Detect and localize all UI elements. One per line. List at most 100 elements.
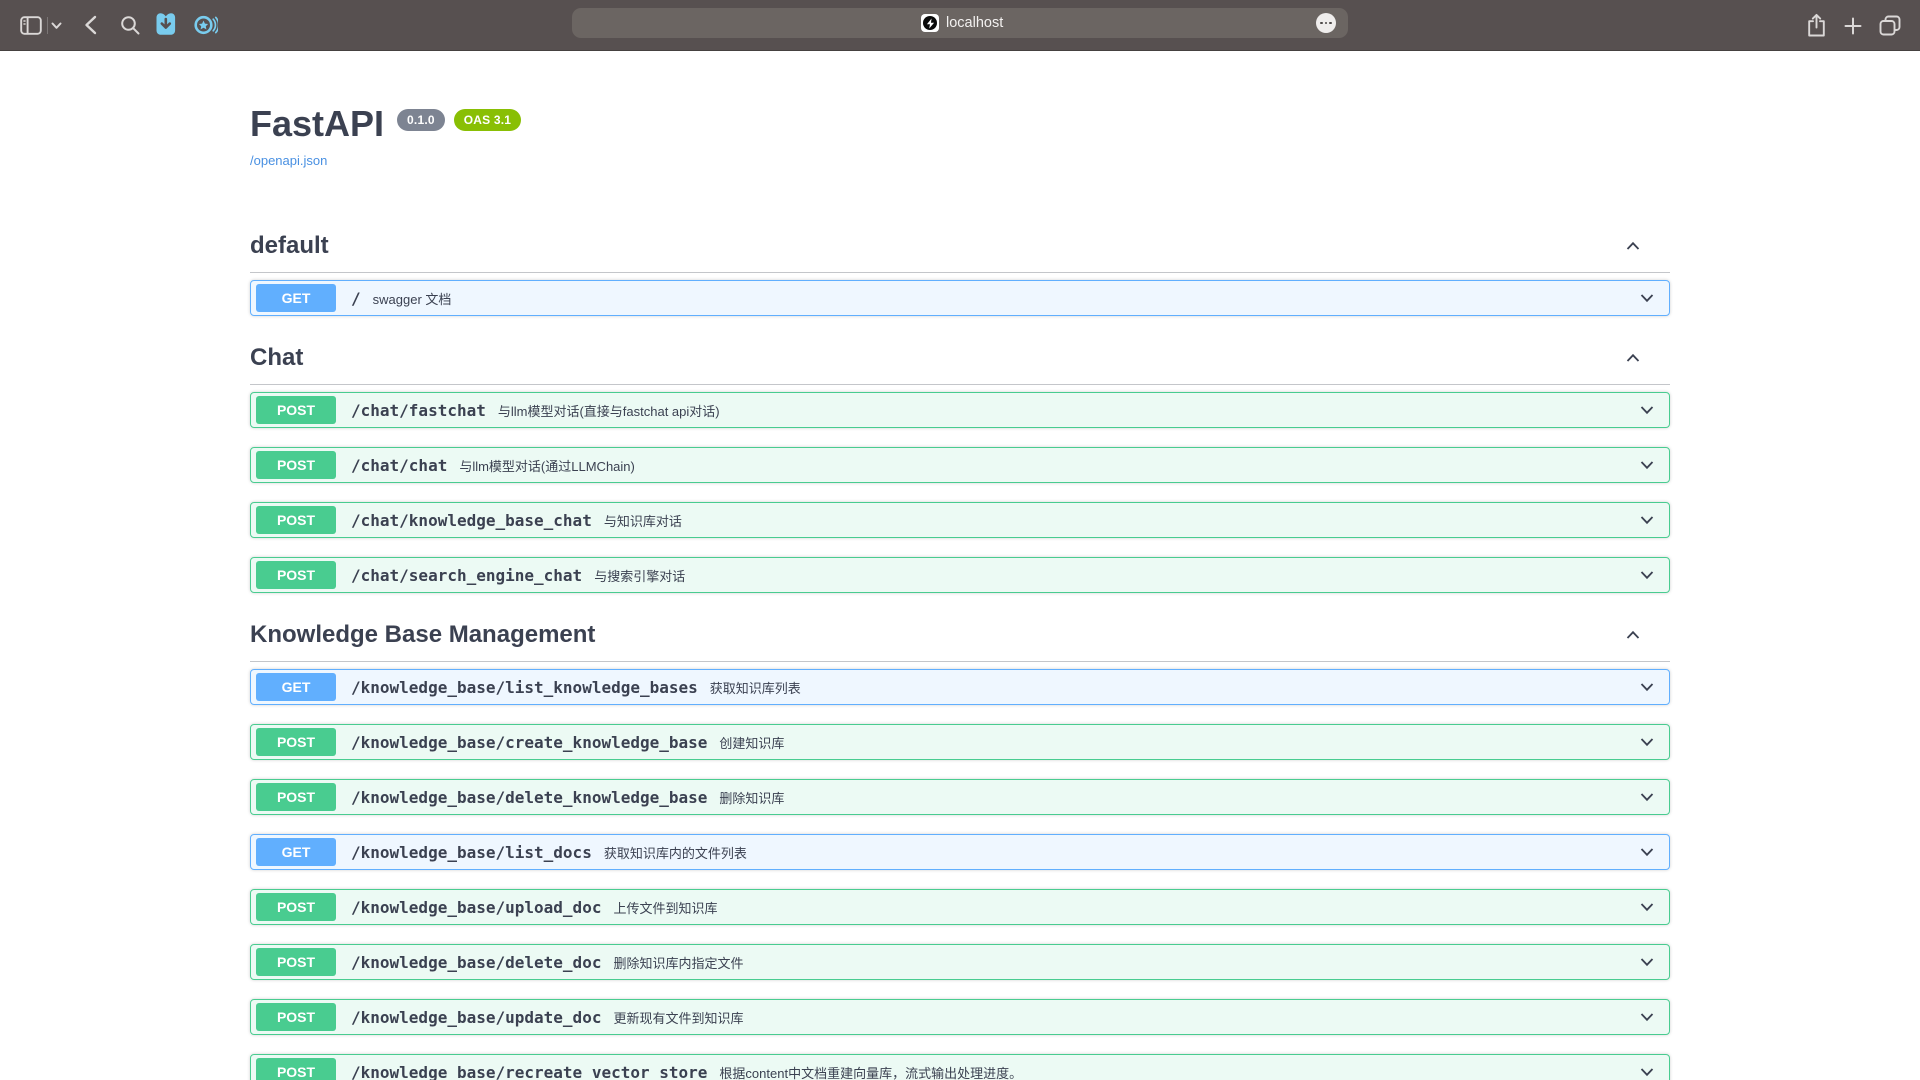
- chevron-up-icon[interactable]: [1623, 625, 1643, 645]
- sidebar-icon: [20, 16, 42, 35]
- api-section: Chat POST/chat/fastchat 与llm模型对话(直接与fastch…: [250, 344, 1670, 593]
- chevron-down-icon[interactable]: [1637, 677, 1657, 697]
- endpoint-description: 与知识库对话: [604, 511, 682, 530]
- section-title: Chat: [250, 344, 303, 372]
- swagger-page: FastAPI 0.1.0 OAS 3.1 /openapi.json defa…: [230, 51, 1690, 1080]
- endpoint-description: 删除知识库内指定文件: [613, 953, 743, 972]
- method-badge: POST: [256, 893, 336, 921]
- method-badge: POST: [256, 1058, 336, 1080]
- toolbar-separator: [47, 17, 48, 34]
- endpoint-path: /knowledge_base/list_docs: [351, 843, 592, 862]
- chevron-down-icon[interactable]: [1637, 787, 1657, 807]
- page-options-button[interactable]: [1316, 13, 1336, 33]
- section-title: Knowledge Base Management: [250, 621, 595, 649]
- method-badge: POST: [256, 396, 336, 424]
- tab-overview-button[interactable]: [1879, 15, 1901, 36]
- endpoint-row[interactable]: GET/knowledge_base/list_docs获取知识库内的文件列表: [250, 834, 1670, 870]
- version-badge: 0.1.0: [397, 109, 445, 131]
- sidebar-dropdown-button[interactable]: [51, 22, 62, 30]
- endpoint-row[interactable]: POST/chat/knowledge_base_chat与知识库对话: [250, 502, 1670, 538]
- endpoint-description: 上传文件到知识库: [613, 898, 717, 917]
- back-chevron-icon: [83, 15, 98, 35]
- endpoint-path: /: [351, 289, 361, 308]
- section-title: default: [250, 232, 329, 260]
- endpoint-path: /knowledge_base/create_knowledge_base: [351, 733, 707, 752]
- share-icon: [1806, 13, 1827, 38]
- endpoint-description: 删除知识库: [719, 788, 784, 807]
- api-title-row: FastAPI 0.1.0 OAS 3.1: [250, 103, 1670, 145]
- chevron-up-icon[interactable]: [1623, 236, 1643, 256]
- plus-icon: [1844, 17, 1862, 35]
- api-section: defaultGET/swagger 文档: [250, 232, 1670, 316]
- address-bar[interactable]: localhost: [572, 8, 1348, 38]
- endpoint-path: /chat/search_engine_chat: [351, 566, 582, 585]
- endpoint-row[interactable]: POST/chat/search_engine_chat 与搜索引擎对话: [250, 557, 1670, 593]
- method-badge: POST: [256, 451, 336, 479]
- method-badge: GET: [256, 838, 336, 866]
- endpoint-path: /chat/chat: [351, 456, 447, 475]
- tabs-icon: [1879, 15, 1901, 36]
- chevron-down-icon[interactable]: [1637, 510, 1657, 530]
- section-header[interactable]: default: [250, 232, 1670, 273]
- chevron-down-icon[interactable]: [1637, 842, 1657, 862]
- address-text: localhost: [946, 8, 1003, 38]
- chevron-down-icon[interactable]: [1637, 952, 1657, 972]
- sidebar-toggle-button[interactable]: [20, 16, 42, 35]
- bookmark-arrow-icon: [155, 12, 177, 36]
- back-button[interactable]: [83, 15, 98, 35]
- method-badge: GET: [256, 284, 336, 312]
- chevron-down-icon[interactable]: [1637, 455, 1657, 475]
- method-badge: POST: [256, 1003, 336, 1031]
- section-header[interactable]: Knowledge Base Management: [250, 621, 1670, 662]
- pinned-tab-bookmark[interactable]: [155, 12, 177, 36]
- endpoint-row[interactable]: POST/knowledge_base/create_knowledge_bas…: [250, 724, 1670, 760]
- chevron-down-icon[interactable]: [1637, 732, 1657, 752]
- endpoint-path: /knowledge_base/update_doc: [351, 1008, 601, 1027]
- chevron-down-icon[interactable]: [1637, 565, 1657, 585]
- endpoint-row[interactable]: GET/swagger 文档: [250, 280, 1670, 316]
- chevron-down-icon[interactable]: [1637, 1007, 1657, 1027]
- endpoint-description: 创建知识库: [719, 733, 784, 752]
- method-badge: POST: [256, 561, 336, 589]
- new-tab-button[interactable]: [1844, 17, 1862, 35]
- circle-star-ripple-icon: [194, 14, 218, 36]
- endpoint-row[interactable]: GET/knowledge_base/list_knowledge_bases获…: [250, 669, 1670, 705]
- search-button[interactable]: [120, 15, 141, 36]
- endpoint-description: 根据content中文档重建向量库，流式输出处理进度。: [719, 1063, 1022, 1080]
- endpoint-row[interactable]: POST/knowledge_base/delete_doc删除知识库内指定文件: [250, 944, 1670, 980]
- endpoint-row[interactable]: POST/chat/chat 与llm模型对话(通过LLMChain): [250, 447, 1670, 483]
- chevron-down-icon[interactable]: [1637, 1062, 1657, 1080]
- api-section: Knowledge Base Management GET/knowledge_b…: [250, 621, 1670, 1080]
- search-icon: [120, 15, 141, 36]
- openapi-spec-link[interactable]: /openapi.json: [250, 153, 327, 168]
- endpoint-path: /chat/knowledge_base_chat: [351, 511, 592, 530]
- method-badge: POST: [256, 728, 336, 756]
- browser-toolbar: localhost: [0, 0, 1920, 51]
- section-header[interactable]: Chat: [250, 344, 1670, 385]
- chevron-down-icon[interactable]: [1637, 897, 1657, 917]
- pinned-tab-broadcast[interactable]: [194, 14, 218, 36]
- endpoint-row[interactable]: POST/knowledge_base/upload_doc 上传文件到知识库: [250, 889, 1670, 925]
- chevron-down-icon[interactable]: [1637, 288, 1657, 308]
- endpoint-path: /knowledge_base/upload_doc: [351, 898, 601, 917]
- endpoint-row[interactable]: POST/chat/fastchat 与llm模型对话(直接与fastchat a…: [250, 392, 1670, 428]
- share-button[interactable]: [1806, 13, 1827, 38]
- site-favicon: [921, 14, 939, 32]
- endpoint-description: 获取知识库列表: [710, 678, 801, 697]
- method-badge: GET: [256, 673, 336, 701]
- endpoint-path: /chat/fastchat: [351, 401, 486, 420]
- endpoint-row[interactable]: POST/knowledge_base/update_doc更新现有文件到知识库: [250, 999, 1670, 1035]
- endpoint-description: 与llm模型对话(通过LLMChain): [459, 456, 635, 475]
- chevron-down-icon[interactable]: [1637, 400, 1657, 420]
- endpoint-row[interactable]: POST/knowledge_base/recreate_vector_stor…: [250, 1054, 1670, 1080]
- chevron-up-icon[interactable]: [1623, 348, 1643, 368]
- endpoint-description: 与搜索引擎对话: [594, 566, 685, 585]
- endpoint-description: 与llm模型对话(直接与fastchat api对话): [498, 401, 720, 420]
- endpoint-path: /knowledge_base/delete_knowledge_base: [351, 788, 707, 807]
- method-badge: POST: [256, 948, 336, 976]
- endpoint-row[interactable]: POST/knowledge_base/delete_knowledge_bas…: [250, 779, 1670, 815]
- api-info: FastAPI 0.1.0 OAS 3.1 /openapi.json: [250, 51, 1670, 170]
- endpoint-path: /knowledge_base/recreate_vector_store: [351, 1063, 707, 1080]
- chevron-down-icon: [51, 22, 62, 30]
- method-badge: POST: [256, 783, 336, 811]
